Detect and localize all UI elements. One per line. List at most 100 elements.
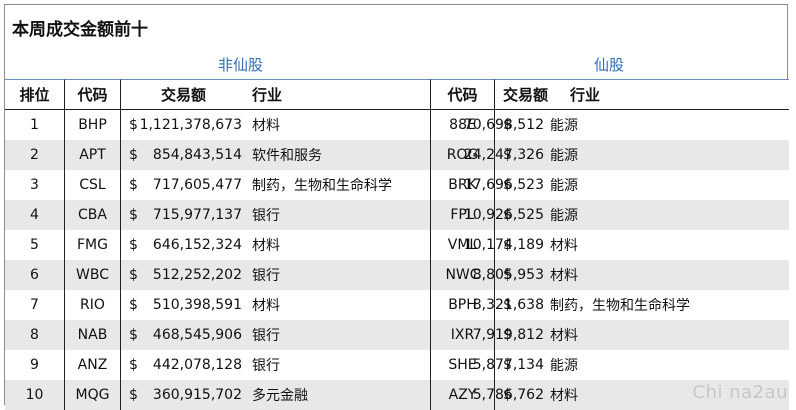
header-industry-penny: 行业 xyxy=(548,79,789,110)
cell-rank: 6 xyxy=(5,260,65,290)
cell-code: BHP xyxy=(65,110,121,140)
amount-value: 1,121,378,673 xyxy=(139,117,242,133)
currency-symbol: $ xyxy=(129,177,138,193)
cell-industry-penny: 材料 xyxy=(548,260,789,290)
cell-rank: 8 xyxy=(5,320,65,350)
cell-volume-penny: $70,698,512 xyxy=(464,110,548,140)
cell-volume-penny: $5,786,762 xyxy=(473,380,548,410)
cell-industry: 银行 xyxy=(246,350,431,380)
cell-volume-penny: $7,919,812 xyxy=(473,320,548,350)
currency-symbol: $ xyxy=(129,147,138,163)
cell-industry: 软件和服务 xyxy=(246,140,431,170)
amount-value: 510,398,591 xyxy=(152,297,242,313)
currency-symbol: $ xyxy=(129,117,138,133)
cell-volume: $854,843,514 xyxy=(121,140,246,170)
currency-symbol: $ xyxy=(503,177,512,193)
cell-code: RIO xyxy=(65,290,121,320)
currency-symbol: $ xyxy=(129,357,138,373)
currency-symbol: $ xyxy=(503,207,512,223)
cell-volume-penny: $8,805,953 xyxy=(473,260,548,290)
currency-symbol: $ xyxy=(129,387,138,403)
currency-symbol: $ xyxy=(129,207,138,223)
cell-industry: 银行 xyxy=(246,320,431,350)
cell-volume-penny: $5,877,134 xyxy=(473,350,548,380)
cell-volume-penny: $10,926,525 xyxy=(464,200,548,230)
amount-value: 717,605,477 xyxy=(152,177,242,193)
cell-industry-penny: 材料 xyxy=(548,230,789,260)
cell-code: FMG xyxy=(65,230,121,260)
cell-code: APT xyxy=(65,140,121,170)
cell-industry-penny: 能源 xyxy=(548,170,789,200)
cell-volume-penny: $8,321,638 xyxy=(473,290,548,320)
cell-rank: 3 xyxy=(5,170,65,200)
cell-rank: 2 xyxy=(5,140,65,170)
cell-industry: 材料 xyxy=(246,290,431,320)
cell-rank: 1 xyxy=(5,110,65,140)
cell-industry-penny: 材料 xyxy=(548,320,789,350)
cell-rank: 5 xyxy=(5,230,65,260)
currency-symbol: $ xyxy=(503,327,512,343)
cell-code: MQG xyxy=(65,380,121,410)
page-title: 本周成交金额前十 xyxy=(12,20,148,40)
currency-symbol: $ xyxy=(503,147,512,163)
watermark: Chi na2au xyxy=(692,382,788,403)
amount-value: 360,915,702 xyxy=(152,387,242,403)
header-rank: 排位 xyxy=(5,79,65,110)
group-title-non-penny: 非仙股 xyxy=(218,56,264,74)
cell-volume: $512,252,202 xyxy=(121,260,246,290)
cell-volume: $360,915,702 xyxy=(121,380,246,410)
cell-rank: 4 xyxy=(5,200,65,230)
currency-symbol: $ xyxy=(503,117,512,133)
currency-symbol: $ xyxy=(503,297,512,313)
cell-code: CSL xyxy=(65,170,121,200)
amount-value: 442,078,128 xyxy=(152,357,242,373)
cell-volume: $715,977,137 xyxy=(121,200,246,230)
cell-industry: 多元金融 xyxy=(246,380,431,410)
currency-symbol: $ xyxy=(129,327,138,343)
cell-industry: 银行 xyxy=(246,260,431,290)
cell-industry: 材料 xyxy=(246,230,431,260)
cell-volume: $468,545,906 xyxy=(121,320,246,350)
cell-industry-penny: 制药，生物和生命科学 xyxy=(548,290,789,320)
currency-symbol: $ xyxy=(503,357,512,373)
cell-industry-penny: 能源 xyxy=(548,350,789,380)
header-code-penny: 代码 xyxy=(431,79,495,110)
group-title-penny: 仙股 xyxy=(594,56,625,74)
cell-code: ANZ xyxy=(65,350,121,380)
currency-symbol: $ xyxy=(503,267,512,283)
cell-rank: 7 xyxy=(5,290,65,320)
cell-industry-penny: 能源 xyxy=(548,110,789,140)
cell-rank: 9 xyxy=(5,350,65,380)
header-volume: 交易额 xyxy=(121,79,246,110)
cell-industry-penny: 能源 xyxy=(548,140,789,170)
currency-symbol: $ xyxy=(129,267,138,283)
cell-volume-penny: $10,174,189 xyxy=(464,230,548,260)
cell-industry: 制药，生物和生命科学 xyxy=(246,170,431,200)
cell-code: WBC xyxy=(65,260,121,290)
currency-symbol: $ xyxy=(129,237,138,253)
cell-industry-penny: 能源 xyxy=(548,200,789,230)
currency-symbol: $ xyxy=(503,237,512,253)
header-code: 代码 xyxy=(65,79,121,110)
cell-volume: $646,152,324 xyxy=(121,230,246,260)
ranking-table: 排位 代码 交易额 行业 代码 交易额 行业 1 BHP $1,121,378,67… xyxy=(5,79,789,410)
cell-volume-penny: $17,696,523 xyxy=(464,170,548,200)
amount-value: 512,252,202 xyxy=(152,267,242,283)
header-volume-penny: 交易额 xyxy=(495,79,548,110)
cell-volume: $510,398,591 xyxy=(121,290,246,320)
cell-volume: $717,605,477 xyxy=(121,170,246,200)
header-industry: 行业 xyxy=(246,79,431,110)
cell-code: NAB xyxy=(65,320,121,350)
amount-value: 646,152,324 xyxy=(152,237,242,253)
currency-symbol: $ xyxy=(129,297,138,313)
cell-rank: 10 xyxy=(5,380,65,410)
currency-symbol: $ xyxy=(503,387,512,403)
amount-value: 854,843,514 xyxy=(152,147,242,163)
cell-volume: $1,121,378,673 xyxy=(121,110,246,140)
cell-volume: $442,078,128 xyxy=(121,350,246,380)
amount-value: 468,545,906 xyxy=(152,327,242,343)
cell-volume-penny: $24,247,326 xyxy=(464,140,548,170)
amount-value: 715,977,137 xyxy=(152,207,242,223)
cell-industry: 材料 xyxy=(246,110,431,140)
cell-code: CBA xyxy=(65,200,121,230)
